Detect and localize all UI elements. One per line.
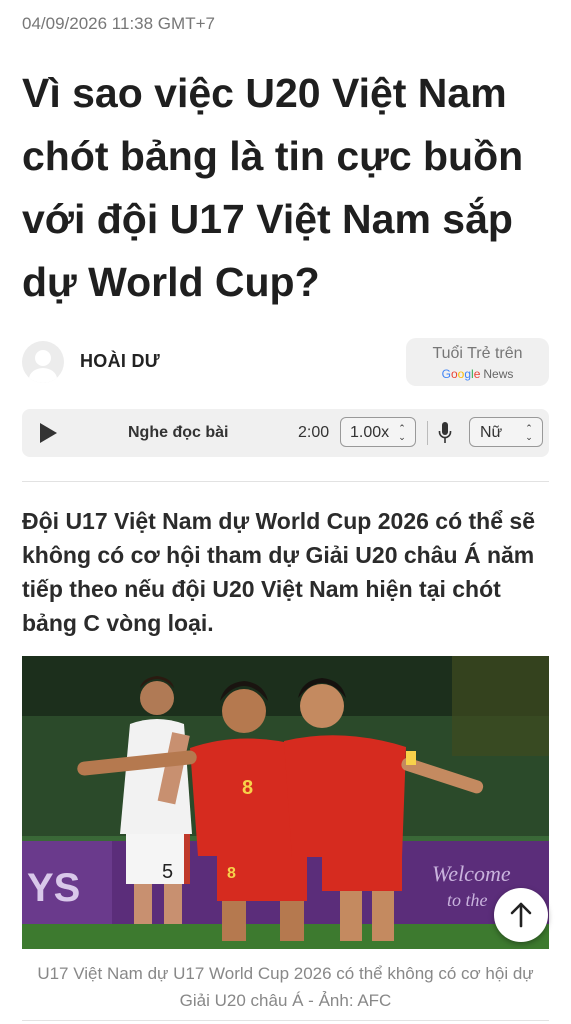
chevron-up-down-icon: ⌃ ⌄ <box>398 423 406 442</box>
voice-select[interactable]: Nữ ⌃ ⌄ <box>469 417 543 447</box>
author-name[interactable]: HOÀI DƯ <box>80 351 160 372</box>
author-avatar[interactable] <box>22 341 64 383</box>
scroll-to-top-button[interactable] <box>494 888 548 942</box>
mic-icon[interactable] <box>438 421 452 445</box>
playback-speed-value: 1.00x <box>350 424 390 441</box>
svg-text:5: 5 <box>162 861 173 883</box>
divider <box>22 1020 549 1021</box>
chevron-up-down-icon: ⌃ ⌄ <box>525 423 533 442</box>
audio-duration: 2:00 <box>298 424 330 441</box>
audio-player: Nghe đọc bài 2:00 1.00x ⌃ ⌄ Nữ ⌃ ⌄ <box>22 409 549 457</box>
svg-text:Welcome: Welcome <box>432 861 511 886</box>
svg-text:to the: to the <box>447 890 488 910</box>
audio-divider <box>427 421 428 445</box>
follow-on-google-news-button[interactable]: Tuổi Trẻ trên Google News <box>406 338 549 386</box>
photo-illustration: YS Welcome to the 5 8 8 <box>22 656 549 949</box>
svg-text:YS: YS <box>27 866 80 910</box>
voice-value: Nữ <box>480 424 503 441</box>
article-photo[interactable]: YS Welcome to the 5 8 8 <box>22 656 549 949</box>
article-lead: Đội U17 Việt Nam dự World Cup 2026 có th… <box>22 508 535 636</box>
google-news-logo: Google News <box>441 367 514 381</box>
follow-badge-text: Tuổi Trẻ trên <box>432 345 523 362</box>
arrow-up-icon <box>510 902 532 928</box>
svg-text:8: 8 <box>242 777 253 799</box>
article-headline: Vì sao việc U20 Việt Nam chót bảng là ti… <box>22 70 524 305</box>
play-icon[interactable] <box>40 423 57 443</box>
playback-speed-select[interactable]: 1.00x ⌃ ⌄ <box>340 417 416 447</box>
svg-text:8: 8 <box>227 865 236 882</box>
author-row: HOÀI DƯ Tuổi Trẻ trên Google News <box>22 338 549 388</box>
audio-label: Nghe đọc bài <box>128 424 229 441</box>
photo-caption: U17 Việt Nam dự U17 World Cup 2026 có th… <box>37 964 534 1010</box>
divider <box>22 481 549 482</box>
article-timestamp: 04/09/2026 11:38 GMT+7 <box>22 14 215 33</box>
